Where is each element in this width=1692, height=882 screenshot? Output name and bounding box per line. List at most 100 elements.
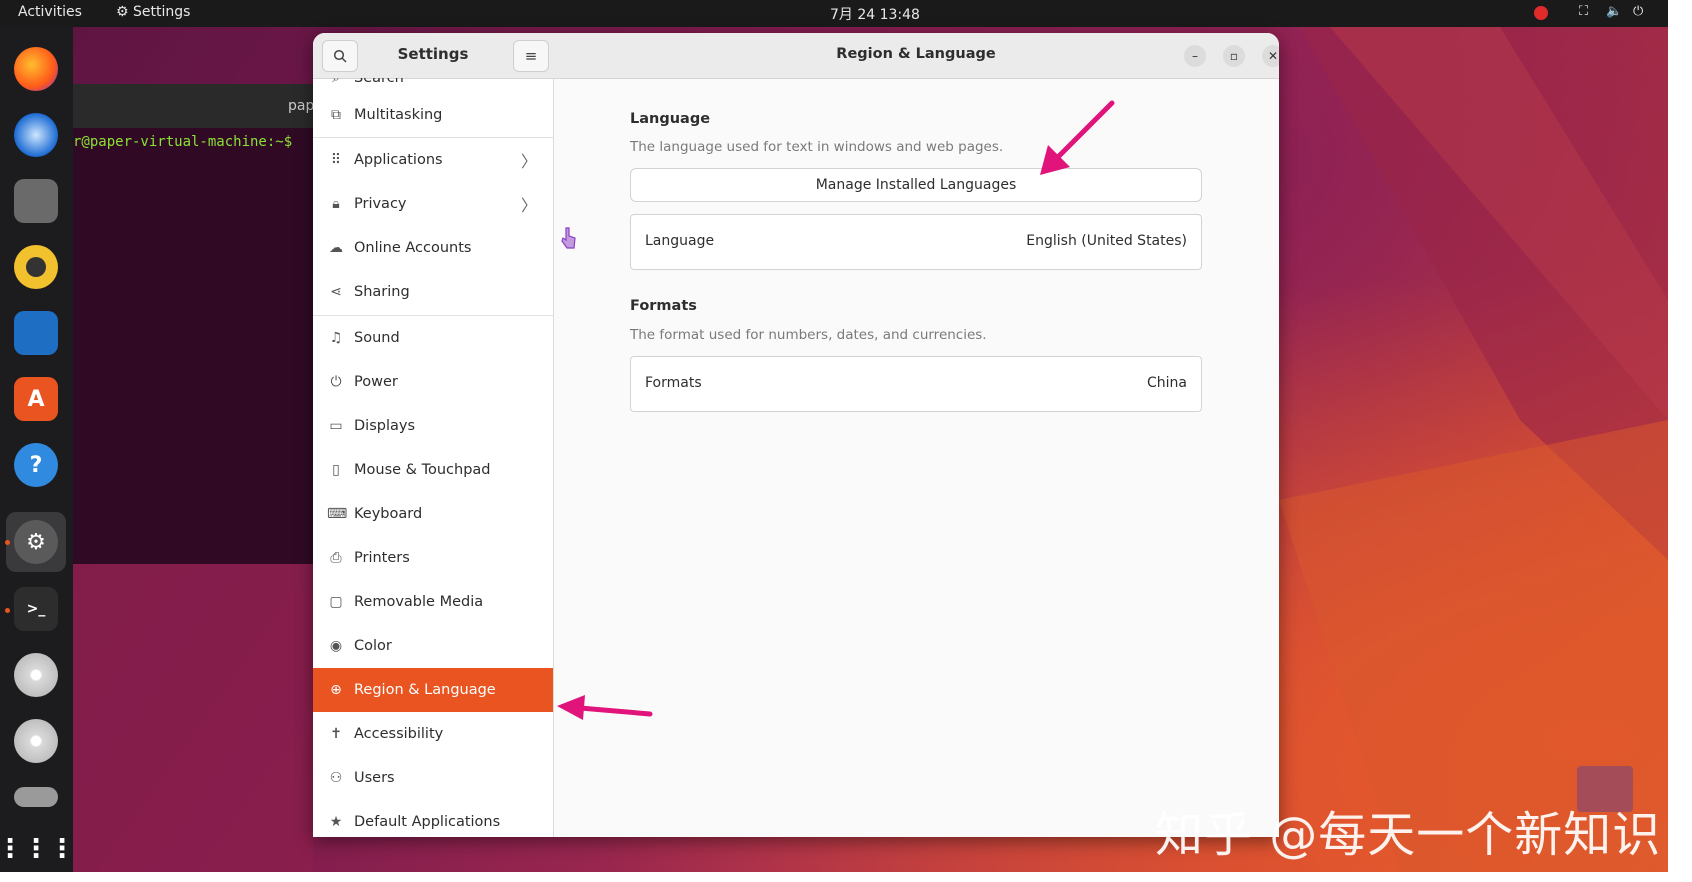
sidebar-item-sharing[interactable]: ⋖ Sharing — [313, 270, 553, 314]
sidebar-item-label: Region & Language — [354, 682, 496, 698]
terminal-prompt[interactable]: r@paper-virtual-machine:~$ — [73, 134, 292, 150]
sidebar-item-label: Privacy — [354, 196, 407, 212]
sidebar-item-label: Printers — [354, 550, 410, 566]
activities-button[interactable]: Activities — [18, 4, 82, 20]
top-bar: Activities ⚙ Settings 7月 24 13:48 ⛶ 🔈 ⏻ — [0, 0, 1668, 27]
language-row[interactable]: Language English (United States) — [630, 214, 1202, 270]
search-icon — [333, 49, 347, 63]
search-button[interactable] — [322, 40, 358, 72]
sidebar-item-removable-media[interactable]: ▢ Removable Media — [313, 580, 553, 624]
sidebar-item-label: Search — [354, 78, 404, 86]
volume-icon[interactable]: 🔈 — [1606, 4, 1622, 19]
help-icon[interactable]: ? — [14, 443, 58, 487]
sidebar-item-power[interactable]: ⏻ Power — [313, 360, 553, 404]
gear-icon: ⚙ — [116, 4, 129, 20]
drive-icon[interactable] — [14, 787, 58, 807]
terminal-header: pap — [73, 84, 323, 128]
disc-icon[interactable] — [14, 653, 58, 697]
keyboard-icon: ⌨ — [327, 506, 348, 522]
annotation-arrow-icon — [557, 695, 653, 720]
sidebar-item-mouse-touchpad[interactable]: ▯ Mouse & Touchpad — [313, 448, 553, 492]
formats-row[interactable]: Formats China — [630, 356, 1202, 412]
removable-media-icon: ▢ — [329, 594, 343, 610]
do-not-disturb-icon[interactable] — [1534, 6, 1548, 20]
sidebar-item-color[interactable]: ◉ Color — [313, 624, 553, 668]
sidebar-item-multitasking[interactable]: ⧉ Multitasking — [313, 93, 553, 137]
clock[interactable]: 7月 24 13:48 — [830, 4, 920, 24]
dock: A ? ⚙ >_ ⋮⋮⋮ — [0, 27, 75, 872]
power-icon: ⏻ — [330, 374, 342, 390]
color-icon: ◉ — [329, 638, 343, 654]
firefox-icon[interactable] — [14, 47, 58, 91]
accessibility-icon: ✝ — [330, 726, 342, 742]
sidebar: Settings ≡ ⌕ Search ⧉ Multitasking ⠿ App… — [313, 33, 554, 837]
hand-cursor-icon — [561, 227, 576, 249]
rhythmbox-icon[interactable] — [14, 245, 58, 289]
running-indicator — [5, 608, 10, 613]
search-icon: ⌕ — [332, 78, 340, 86]
sidebar-item-label: Mouse & Touchpad — [354, 462, 491, 478]
sidebar-item-region-language[interactable]: ⊕ Region & Language — [313, 668, 553, 712]
libreoffice-writer-icon[interactable] — [14, 311, 58, 355]
watermark: 知乎 @每天一个新知识 — [1155, 807, 1662, 863]
sidebar-item-default-applications[interactable]: ★ Default Applications — [313, 800, 553, 837]
close-button[interactable]: ✕ — [1262, 45, 1279, 67]
terminal-title: pap — [288, 98, 315, 114]
sidebar-item-printers[interactable]: ⎙ Printers — [313, 536, 553, 580]
sidebar-item-privacy[interactable]: 🔒︎ Privacy 〉 — [313, 182, 553, 226]
sidebar-item-users[interactable]: ⚇ Users — [313, 756, 553, 800]
sidebar-nav: ⌕ Search ⧉ Multitasking ⠿ Applications 〉… — [313, 78, 553, 837]
language-section-description: The language used for text in windows an… — [630, 139, 1004, 155]
app-menu-label: Settings — [133, 4, 191, 20]
network-icon[interactable]: ⛶ — [1579, 4, 1588, 19]
speaker-icon — [26, 257, 46, 277]
globe-icon: ⊕ — [330, 682, 342, 698]
desktop: Activities ⚙ Settings 7月 24 13:48 ⛶ 🔈 ⏻ … — [0, 0, 1668, 872]
sidebar-item-label: Keyboard — [354, 506, 423, 522]
sidebar-item-accessibility[interactable]: ✝ Accessibility — [313, 712, 553, 756]
printer-icon: ⎙ — [330, 550, 342, 566]
hamburger-icon: ≡ — [524, 47, 538, 65]
power-menu-icon[interactable]: ⏻ — [1633, 4, 1643, 19]
sidebar-item-applications[interactable]: ⠿ Applications 〉 — [313, 138, 553, 182]
disc-icon[interactable] — [14, 719, 58, 763]
sidebar-item-label: Sharing — [354, 284, 410, 300]
minimize-button[interactable]: – — [1184, 45, 1206, 67]
running-indicator — [5, 540, 10, 545]
page-title: Region & Language — [836, 46, 996, 62]
app-center-icon[interactable]: A — [14, 377, 58, 421]
lock-icon: 🔒︎ — [332, 196, 340, 212]
close-icon: ✕ — [1267, 49, 1279, 63]
menu-button[interactable]: ≡ — [513, 40, 549, 72]
sidebar-item-label: Multitasking — [354, 107, 443, 123]
settings-app-icon[interactable]: ⚙ — [14, 520, 58, 564]
sidebar-item-online-accounts[interactable]: ☁ Online Accounts — [313, 226, 553, 270]
sidebar-item-label: Accessibility — [354, 726, 444, 742]
share-icon: ⋖ — [330, 284, 342, 300]
language-section-title: Language — [630, 111, 711, 127]
sidebar-item-displays[interactable]: ▭ Displays — [313, 404, 553, 448]
sidebar-item-sound[interactable]: ♫ Sound — [313, 316, 553, 360]
sidebar-item-label: Displays — [354, 418, 416, 434]
annotation-arrow-icon — [1040, 100, 1115, 175]
maximize-icon: ▫ — [1229, 49, 1239, 63]
sidebar-item-keyboard[interactable]: ⌨ Keyboard — [313, 492, 553, 536]
minimize-icon: – — [1192, 49, 1198, 63]
users-icon: ⚇ — [329, 770, 343, 786]
formats-row-label: Formats — [645, 375, 702, 391]
formats-section-description: The format used for numbers, dates, and … — [630, 327, 987, 343]
mouse-icon: ▯ — [332, 462, 340, 478]
terminal-icon[interactable]: >_ — [14, 587, 58, 631]
content-header: Region & Language – ▫ ✕ — [553, 33, 1279, 79]
app-menu[interactable]: ⚙ Settings — [116, 4, 190, 20]
show-apps-grid-icon[interactable]: ⋮⋮⋮ — [0, 827, 75, 871]
sidebar-item-label: Removable Media — [354, 594, 484, 610]
maximize-button[interactable]: ▫ — [1223, 45, 1245, 67]
sidebar-item-label: Default Applications — [354, 814, 501, 830]
thunderbird-icon[interactable] — [14, 113, 58, 157]
cloud-icon: ☁ — [329, 240, 343, 256]
sidebar-item-label: Power — [354, 374, 398, 390]
settings-window: Settings ≡ ⌕ Search ⧉ Multitasking ⠿ App… — [313, 33, 1279, 837]
chevron-right-icon: 〉 — [520, 152, 537, 171]
files-icon[interactable] — [14, 179, 58, 223]
